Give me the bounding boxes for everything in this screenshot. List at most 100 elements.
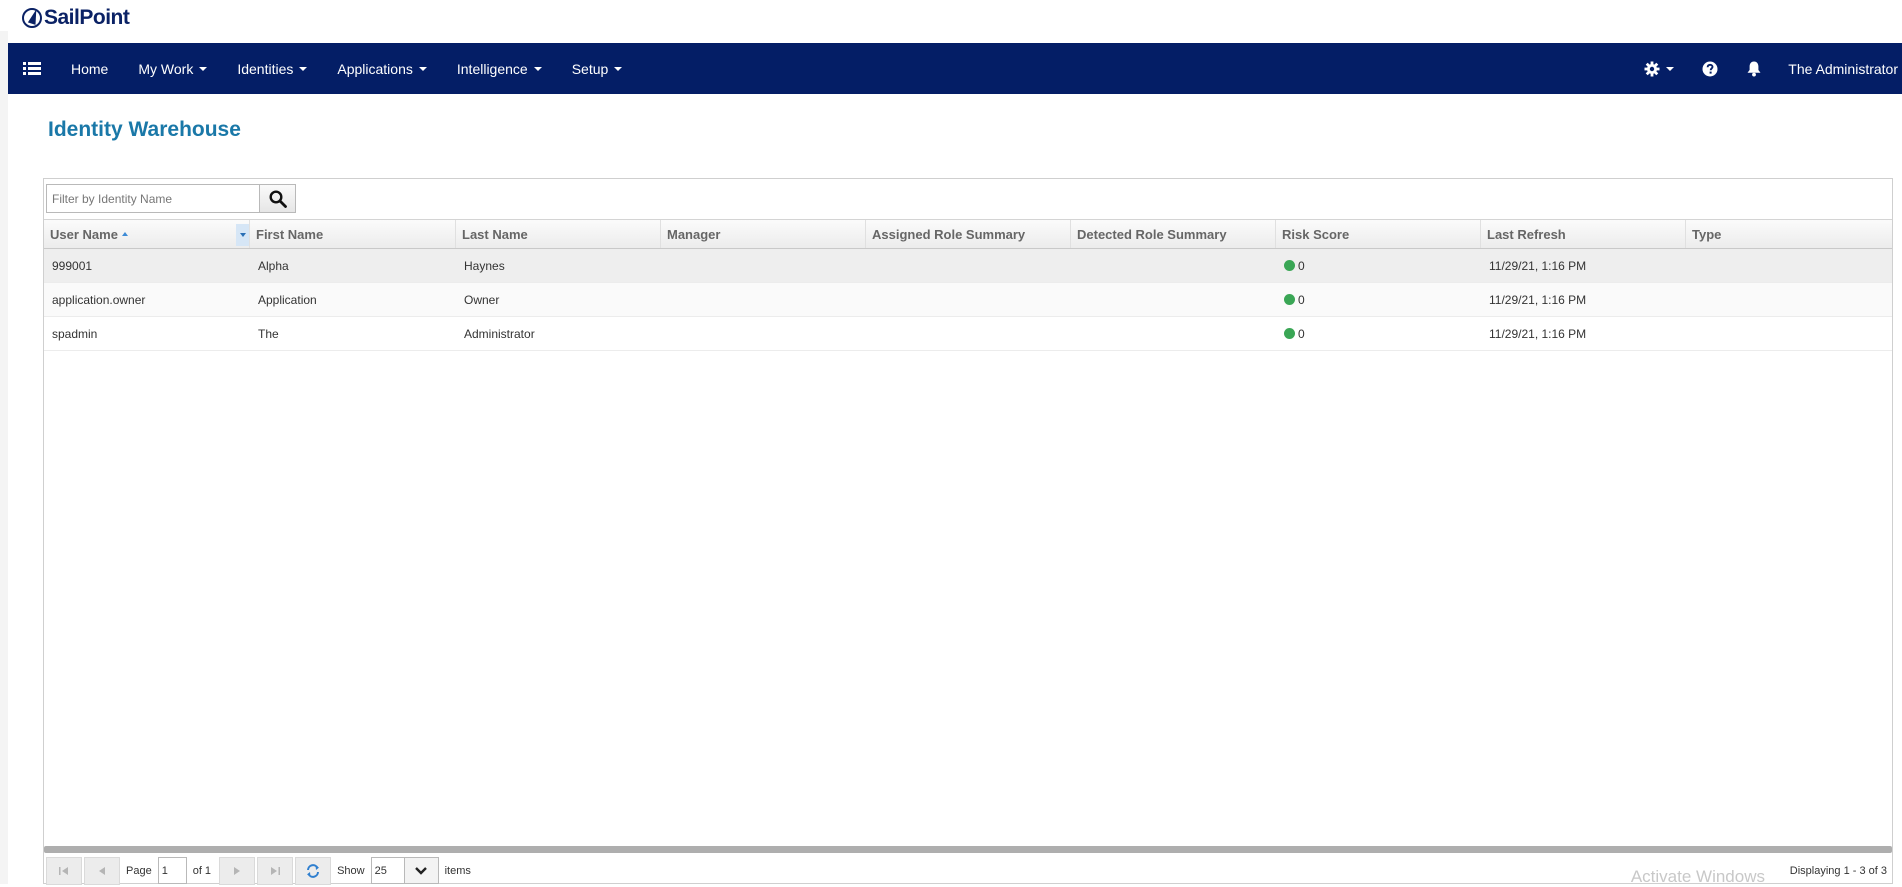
column-header-last-name[interactable]: Last Name [456,220,661,248]
caret-down-icon [199,66,208,71]
left-edge-strip [0,31,8,884]
cell-manager [661,283,866,316]
search-button[interactable] [260,184,296,213]
refresh-icon [307,863,320,878]
cell-detected-role-summary [1071,283,1276,316]
cell-assigned-role-summary [866,317,1071,350]
column-menu-trigger[interactable] [236,224,249,246]
show-label: Show [337,864,365,877]
sort-ascending-icon [121,232,128,236]
cell-detected-role-summary [1071,249,1276,282]
menu-icon[interactable] [8,43,56,94]
column-header-last-refresh[interactable]: Last Refresh [1481,220,1686,248]
chevron-down-icon [239,233,246,237]
logo-text: SailPoint [44,6,130,29]
table-row[interactable]: application.owner Application Owner 0 11… [44,283,1892,317]
first-page-button[interactable] [46,856,82,885]
cell-first-name: The [258,326,279,341]
risk-status-icon [1284,294,1295,305]
column-header-risk-score[interactable]: Risk Score [1276,220,1481,248]
next-page-button[interactable] [219,856,256,885]
cell-last-refresh: 11/29/21, 1:16 PM [1489,292,1587,307]
grid-header: User Name First Name Last Name Manager A… [44,219,1892,249]
cell-last-name: Owner [464,292,500,307]
column-header-first-name[interactable]: First Name [250,220,456,248]
sailpoint-logo-icon [22,8,42,28]
cell-risk-score: 0 [1276,249,1481,282]
column-header-assigned-role-summary[interactable]: Assigned Role Summary [866,220,1071,248]
table-row[interactable]: spadmin The Administrator 0 11/29/21, 1:… [44,317,1892,351]
grid-body: 999001 Alpha Haynes 0 11/29/21, 1:16 PM … [44,249,1892,351]
help-button[interactable] [1688,43,1732,94]
top-navbar: Home My Work Identities Applications Int… [8,43,1902,94]
nav-item-label: Identities [237,60,294,77]
nav-item-intelligence[interactable]: Intelligence [442,43,557,94]
displaying-count: Displaying 1 - 3 of 3 [1789,865,1887,877]
cell-risk-score: 0 [1276,317,1481,350]
column-header-type[interactable]: Type [1686,220,1892,248]
page-count-label: of 1 [192,864,212,877]
caret-down-icon [1666,66,1675,71]
cell-manager [661,249,866,282]
cell-user-name: application.owner [52,292,146,307]
column-header-label: First Name [256,226,324,242]
previous-page-button[interactable] [84,856,120,885]
sailpoint-logo[interactable]: SailPoint [22,6,130,30]
risk-score-value: 0 [1298,258,1305,273]
next-page-icon [234,866,241,875]
table-row[interactable]: 999001 Alpha Haynes 0 11/29/21, 1:16 PM [44,249,1892,283]
nav-right-group: The Administrator [1630,43,1902,94]
paging-toolbar: Page of 1 Show 25 items [44,856,1892,885]
nav-item-label: My Work [138,60,194,77]
nav-item-my-work[interactable]: My Work [123,43,222,94]
nav-item-label: Applications [337,60,413,77]
page-label: Page [126,864,152,877]
last-page-icon [271,866,281,875]
identity-name-filter-input[interactable] [46,184,260,213]
activate-windows-watermark: Activate Windows [1630,867,1765,886]
column-header-label: User Name [50,226,118,242]
column-header-label: Last Refresh [1487,226,1566,242]
page-size-dropdown-button[interactable] [404,857,439,884]
risk-status-icon [1284,328,1295,339]
last-page-button[interactable] [257,856,294,885]
notifications-button[interactable] [1732,43,1776,94]
column-header-manager[interactable]: Manager [661,220,866,248]
refresh-button[interactable] [295,856,332,885]
first-page-icon [59,866,68,875]
nav-item-home[interactable]: Home [56,43,123,94]
page-size-select[interactable]: 25 [370,857,439,884]
cell-detected-role-summary [1071,317,1276,350]
column-header-label: Manager [667,226,721,242]
search-icon [268,189,287,208]
column-header-label: Last Name [462,226,528,242]
caret-down-icon [533,66,542,71]
cell-last-refresh: 11/29/21, 1:16 PM [1489,326,1587,341]
cell-first-name: Alpha [258,258,289,273]
cell-type [1686,317,1892,350]
page-number-input[interactable] [157,857,187,884]
nav-item-applications[interactable]: Applications [322,43,442,94]
column-header-detected-role-summary[interactable]: Detected Role Summary [1071,220,1276,248]
cell-last-refresh: 11/29/21, 1:16 PM [1489,258,1587,273]
user-menu[interactable]: The Administrator [1776,43,1902,94]
page-size-value: 25 [370,857,405,884]
cell-risk-score: 0 [1276,283,1481,316]
nav-item-identities[interactable]: Identities [222,43,322,94]
nav-item-setup[interactable]: Setup [557,43,638,94]
caret-down-icon [418,66,427,71]
previous-page-icon [99,866,105,875]
logo-bar: SailPoint [0,0,1902,43]
cell-manager [661,317,866,350]
settings-menu[interactable] [1630,43,1688,94]
cell-user-name: 999001 [52,258,93,273]
nav-item-label: Home [71,60,109,77]
caret-down-icon [614,66,623,71]
column-header-user-name[interactable]: User Name [44,220,250,248]
horizontal-scrollbar[interactable] [44,846,1892,853]
filter-row [46,184,296,213]
cell-first-name: Application [258,292,317,307]
chevron-down-icon [415,866,427,875]
items-label: items [444,864,471,877]
cell-assigned-role-summary [866,249,1071,282]
